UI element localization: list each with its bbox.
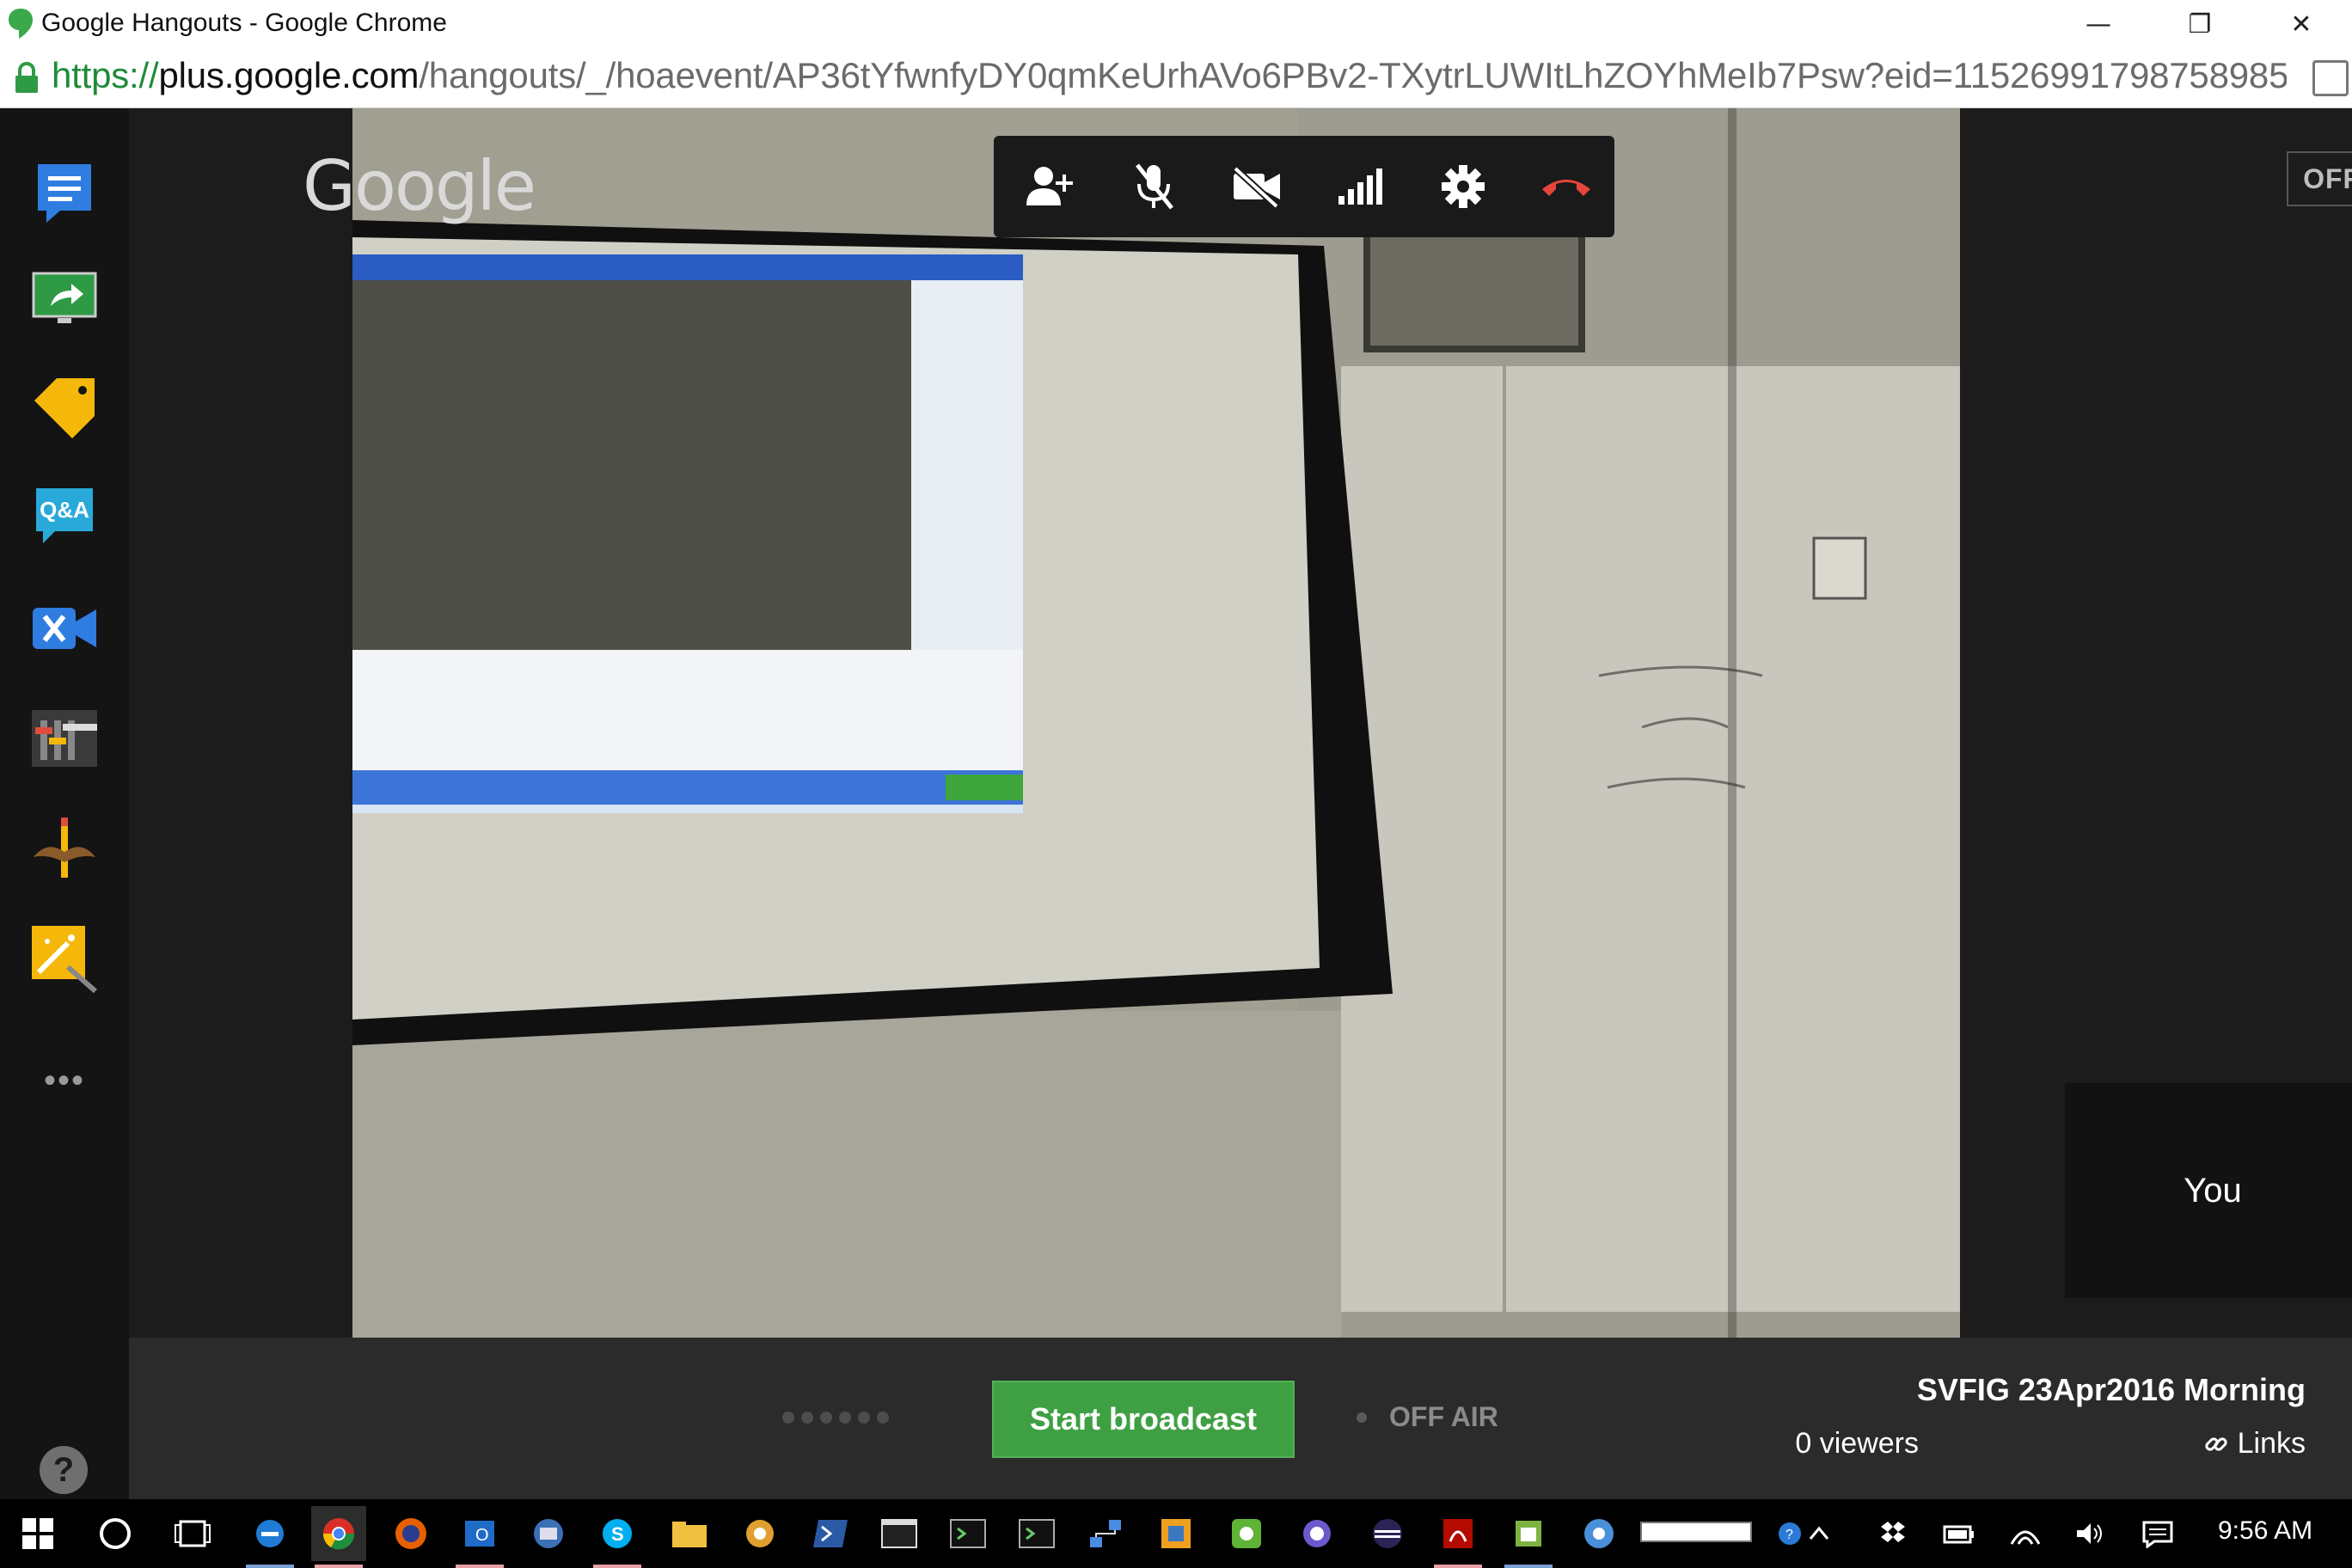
url-host: plus.google.com [158, 55, 420, 95]
battery-icon[interactable] [1931, 1506, 1986, 1561]
link-icon [2205, 1436, 2227, 1451]
help-button[interactable]: ? [40, 1446, 88, 1494]
address-toolbar-input[interactable] [1640, 1522, 1752, 1542]
google-logo: Google [303, 146, 536, 226]
hangouts-app: Q&A ••• ? Google OF You Start broadcast … [0, 108, 2352, 1499]
windows-taskbar: O S ? 9:56 AM [0, 1499, 2352, 1568]
chat-icon[interactable] [26, 155, 103, 232]
firefox-icon[interactable] [383, 1506, 438, 1561]
edge-icon[interactable] [242, 1506, 297, 1568]
chevron-up-icon[interactable] [1792, 1506, 1847, 1561]
app-sidebar: Q&A ••• ? [0, 108, 129, 1499]
powershell-icon[interactable] [803, 1506, 858, 1561]
evernote-icon[interactable] [1219, 1506, 1274, 1561]
invite-people-icon[interactable] [1016, 152, 1085, 221]
network-icon[interactable] [1078, 1506, 1133, 1561]
eclipse-icon[interactable] [1360, 1506, 1415, 1561]
status-dot-icon [1357, 1412, 1367, 1423]
hangouts-icon [9, 9, 33, 39]
url-scheme: https:// [52, 55, 159, 95]
thunderbird-icon[interactable] [521, 1506, 576, 1561]
call-toolbar [994, 136, 1614, 237]
console-icon[interactable] [872, 1506, 927, 1561]
equalizer-icon[interactable] [26, 700, 103, 777]
chrome-icon[interactable] [311, 1506, 366, 1568]
terminal2-icon[interactable] [1009, 1506, 1064, 1561]
video-stage: Google OF You [129, 108, 2352, 1338]
loading-dots [782, 1412, 889, 1424]
start-broadcast-button[interactable]: Start broadcast [992, 1381, 1295, 1458]
taskbar-clock[interactable]: 9:56 AM [2218, 1516, 2312, 1546]
url-text[interactable]: https://plus.google.com/hangouts/_/hoaev… [52, 55, 2287, 96]
links-label: Links [2237, 1427, 2306, 1460]
restore-button[interactable]: ❐ [2149, 0, 2251, 48]
mustache-icon[interactable] [26, 810, 103, 887]
window-title: Google Hangouts - Google Chrome [41, 9, 447, 37]
wifi-icon[interactable] [1998, 1506, 2053, 1561]
chrome-window: Google Hangouts - Google Chrome — ❐ ✕ ht… [0, 0, 2352, 1568]
broadcast-status-text: OFF AIR [1389, 1401, 1498, 1432]
links-button[interactable]: Links [2203, 1427, 2306, 1461]
ie-icon[interactable] [1289, 1506, 1344, 1561]
more-icon[interactable]: ••• [26, 1042, 103, 1119]
terminal-icon[interactable] [940, 1506, 995, 1561]
qa-text: Q&A [40, 497, 89, 523]
svg-text:S: S [611, 1523, 624, 1545]
off-air-badge: OFF AIR [2287, 151, 2352, 206]
broadcast-bar: Start broadcast OFF AIR SVFIG 23Apr2016 … [129, 1338, 2352, 1499]
windows-start-icon[interactable] [10, 1506, 65, 1561]
camera-tools-icon[interactable] [26, 590, 103, 667]
address-bar[interactable]: https://plus.google.com/hangouts/_/hoaev… [0, 48, 2352, 108]
self-view-tile[interactable]: You [2065, 1083, 2352, 1298]
outlook-icon[interactable]: O [452, 1506, 507, 1568]
file-explorer-icon[interactable] [662, 1506, 717, 1561]
extension-icon[interactable] [2312, 60, 2349, 96]
chrome-dev-icon[interactable] [1571, 1506, 1626, 1561]
url-path: /hangouts/_/hoaevent/AP36tYfwnfyDY0qmKeU… [419, 55, 2287, 95]
qa-icon[interactable]: Q&A [26, 478, 103, 555]
self-view-label: You [2184, 1171, 2242, 1210]
settings-icon[interactable] [1429, 152, 1498, 221]
acrobat-icon[interactable] [1430, 1506, 1485, 1568]
label-icon[interactable] [26, 370, 103, 447]
event-title: SVFIG 23Apr2016 Morning [1916, 1372, 2306, 1407]
effects-icon[interactable] [26, 920, 103, 997]
viewer-count: 0 viewers [1795, 1427, 1919, 1460]
screenshare-icon[interactable] [26, 261, 103, 339]
bandwidth-icon[interactable] [1326, 152, 1394, 221]
hang-up-icon[interactable] [1532, 152, 1601, 221]
video-frame [352, 108, 1960, 1338]
android-icon[interactable] [1501, 1506, 1556, 1568]
action-center-icon[interactable] [2130, 1506, 2185, 1561]
main-video-feed [352, 108, 1960, 1338]
title-bar: Google Hangouts - Google Chrome — ❐ ✕ [0, 0, 2352, 48]
lock-icon [15, 62, 38, 93]
volume-icon[interactable] [2063, 1506, 2118, 1561]
dropbox-icon[interactable] [1865, 1506, 1920, 1561]
minimize-button[interactable]: — [2048, 0, 2149, 48]
task-view-icon[interactable] [165, 1506, 220, 1561]
camera-off-icon[interactable] [1222, 152, 1291, 221]
chrome-canary-icon[interactable] [732, 1506, 787, 1561]
svg-text:O: O [475, 1526, 489, 1545]
broadcast-status: OFF AIR [1357, 1401, 1498, 1433]
close-button[interactable]: ✕ [2251, 0, 2352, 48]
mute-mic-icon[interactable] [1119, 152, 1188, 221]
cortana-icon[interactable] [88, 1506, 143, 1561]
app-icon[interactable] [1148, 1506, 1204, 1561]
skype-icon[interactable]: S [590, 1506, 645, 1568]
